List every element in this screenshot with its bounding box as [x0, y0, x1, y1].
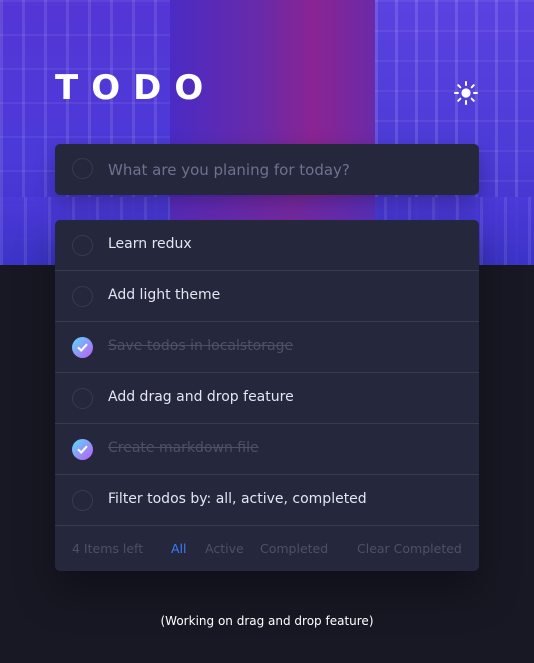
todo-item[interactable]: Add drag and drop feature	[55, 373, 479, 424]
check-icon	[77, 343, 88, 352]
checked-checkbox[interactable]	[72, 337, 93, 358]
items-left-count: 4 Items left	[72, 541, 144, 556]
todo-item[interactable]: Filter todos by: all, active, completed	[55, 475, 479, 526]
todo-item[interactable]: Learn redux	[55, 220, 479, 271]
todo-item[interactable]: Save todos in localstorage	[55, 322, 479, 373]
todo-text: Create markdown file	[108, 440, 259, 456]
todo-item[interactable]: Add light theme	[55, 271, 479, 322]
new-todo-card	[55, 144, 479, 195]
checked-checkbox[interactable]	[72, 439, 93, 460]
todo-checkbox[interactable]	[72, 388, 93, 409]
filter-active[interactable]: Active	[205, 541, 244, 556]
todo-item[interactable]: Create markdown file	[55, 424, 479, 475]
todo-text: Learn redux	[108, 236, 192, 252]
new-todo-input[interactable]	[108, 144, 468, 195]
check-icon	[77, 445, 88, 454]
todo-checkbox[interactable]	[72, 286, 93, 307]
todo-text: Filter todos by: all, active, completed	[108, 491, 367, 507]
todo-checkbox[interactable]	[72, 235, 93, 256]
todo-text: Add light theme	[108, 287, 221, 303]
todo-list: Learn redux Add light theme Save todos in …	[55, 220, 479, 571]
theme-toggle-button[interactable]	[452, 80, 480, 106]
todo-text: Save todos in localstorage	[108, 338, 294, 354]
status-note: (Working on drag and drop feature)	[160, 614, 374, 628]
clear-completed-button[interactable]: Clear Completed	[357, 541, 462, 556]
filter-completed[interactable]: Completed	[260, 541, 328, 556]
todo-text: Add drag and drop feature	[108, 389, 294, 405]
app-title: TODO	[55, 68, 217, 108]
sun-icon	[454, 81, 478, 105]
list-footer: 4 Items left All Active Completed Clear …	[55, 526, 479, 571]
filter-all[interactable]: All	[171, 541, 187, 556]
new-todo-checkbox[interactable]	[72, 158, 93, 179]
todo-checkbox[interactable]	[72, 490, 93, 511]
